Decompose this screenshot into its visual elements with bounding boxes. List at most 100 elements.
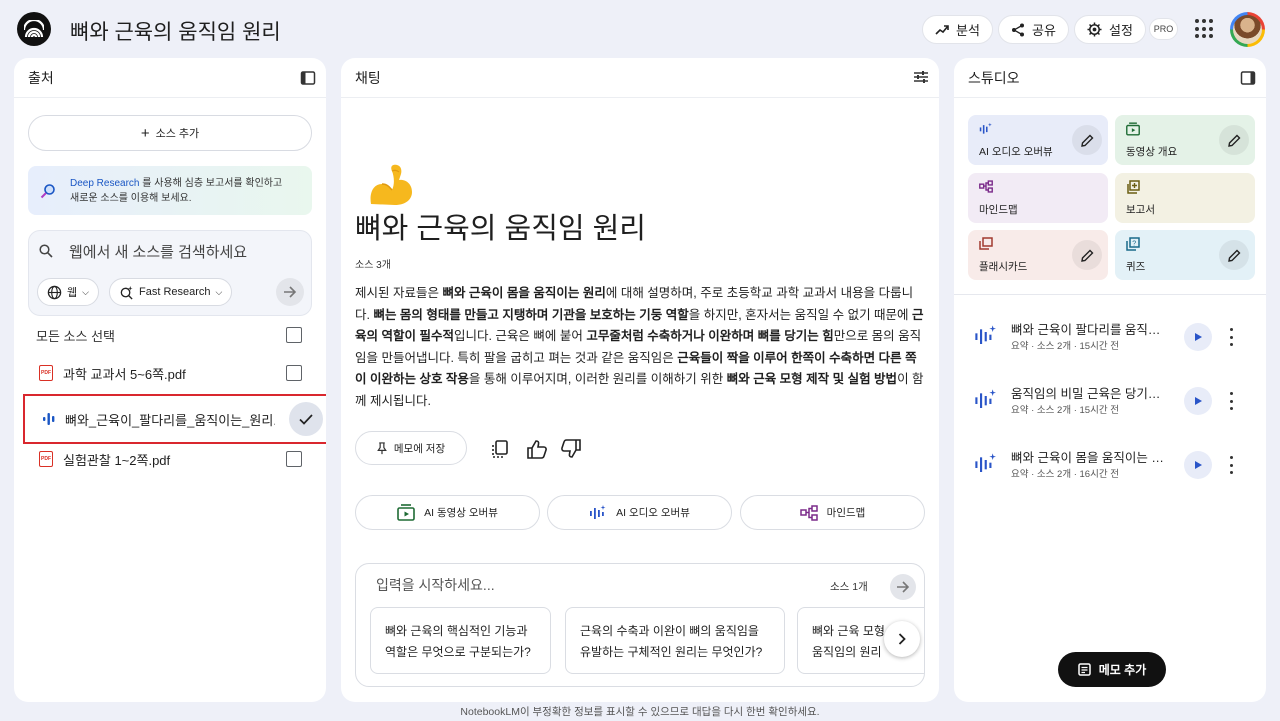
edit-button[interactable] — [1072, 240, 1102, 270]
ai-video-label: AI 동영상 오버뷰 — [424, 507, 498, 519]
settings-button[interactable]: 설정 — [1074, 15, 1146, 44]
thumbs-up-icon[interactable] — [526, 438, 548, 460]
share-label: 공유 — [1032, 23, 1056, 38]
ai-audio-overview-button[interactable]: AI 오디오 오버뷰 — [547, 495, 732, 530]
avatar[interactable] — [1230, 12, 1265, 47]
more-options-icon[interactable] — [1224, 328, 1238, 346]
play-button[interactable] — [1184, 323, 1212, 351]
video-icon — [397, 504, 415, 521]
suggestion-line: 뼈와 근육의 핵심적인 기능과 — [385, 624, 528, 638]
chat-panel-title: 채팅 — [355, 69, 381, 86]
chat-summary: 제시된 자료들은 뼈와 근육이 몸을 움직이는 원리에 대해 설명하며, 주로 … — [355, 286, 924, 408]
studio-note-item[interactable]: 뼈와 근육이 몸을 움직이는 원리 요약 · 소스 2개 · 16시간 전 — [972, 442, 1252, 492]
deep-research-text2: 새로운 소스를 이용해 보세요. — [70, 193, 192, 204]
source-name: 뼈와_근육이_팔다리를_움직이는_원리.... — [65, 412, 275, 428]
plus-icon: + — [140, 124, 150, 142]
mind-map-label: 마인드맵 — [826, 507, 866, 519]
more-options-icon[interactable] — [1224, 456, 1238, 474]
add-memo-button[interactable]: 메모 추가 — [1058, 652, 1166, 687]
deep-research-link[interactable]: Deep Research — [70, 178, 139, 189]
pdf-icon: PDF — [39, 365, 53, 381]
chat-input-card: 소스 1개 뼈와 근육의 핵심적인 기능과 역할은 무엇으로 구분되는가? 근육… — [355, 563, 925, 687]
flexed-bicep-icon — [370, 164, 412, 205]
studio-tile-mind-map[interactable]: 마인드맵 — [968, 173, 1108, 223]
share-button[interactable]: 공유 — [998, 15, 1069, 44]
svg-text:?: ? — [1132, 241, 1136, 248]
add-source-button[interactable]: + 소스 추가 — [28, 115, 312, 151]
edit-button[interactable] — [1072, 125, 1102, 155]
studio-tile-report[interactable]: 보고서 — [1115, 173, 1255, 223]
note-subtitle: 요약 · 소스 2개 · 15시간 전 — [1011, 341, 1119, 352]
studio-note-item[interactable]: 움직임의 비밀 근육은 당기기만 한다 요약 · 소스 2개 · 15시간 전 — [972, 378, 1252, 428]
suggestion-line: 근육의 수축과 이완이 뼈의 움직임을 — [580, 624, 759, 638]
globe-icon — [47, 285, 62, 299]
studio-tile-flashcards[interactable]: 플래시카드 — [968, 230, 1108, 280]
thumbs-down-icon[interactable] — [560, 438, 582, 460]
note-subtitle: 요약 · 소스 2개 · 15시간 전 — [1011, 405, 1119, 416]
disclaimer-footer: NotebookLM이 부정확한 정보를 표시할 수 있으므로 대답을 다시 한… — [460, 706, 820, 718]
play-icon — [1194, 461, 1202, 469]
more-options-icon[interactable] — [1224, 392, 1238, 410]
note-add-icon — [1078, 663, 1091, 676]
note-title: 뼈와 근육이 몸을 움직이는 원리 — [1011, 451, 1171, 465]
next-suggestions-button[interactable] — [884, 621, 920, 657]
edit-button[interactable] — [1219, 240, 1249, 270]
play-button[interactable] — [1184, 451, 1212, 479]
top-bar: 뼈와 근육의 움직임 원리 분석 공유 설정 PRO — [0, 0, 1280, 58]
source-item-selected[interactable]: 뼈와_근육이_팔다리를_움직이는_원리.... — [23, 394, 326, 444]
apps-grid-icon[interactable] — [1195, 19, 1215, 39]
ai-video-overview-button[interactable]: AI 동영상 오버뷰 — [355, 495, 540, 530]
edit-button[interactable] — [1219, 125, 1249, 155]
deep-research-banner[interactable]: Deep Research 를 사용해 심층 보고서를 확인하고 새로운 소스를… — [28, 166, 312, 215]
input-source-count: 소스 1개 — [830, 581, 868, 593]
chat-source-count: 소스 3개 — [355, 260, 391, 271]
pin-icon — [377, 441, 387, 454]
arrow-right-icon — [897, 581, 910, 593]
mind-map-icon — [799, 504, 818, 521]
audio-wave-icon — [43, 413, 55, 425]
tile-label: 동영상 개요 — [1126, 146, 1178, 158]
source-item[interactable]: PDF 실험관찰 1~2쪽.pdf — [28, 439, 326, 479]
share-icon — [1012, 23, 1024, 36]
report-icon — [1127, 180, 1140, 194]
research-mode-chip[interactable]: Fast Research ⌵ — [109, 278, 233, 306]
copy-icon[interactable] — [490, 438, 512, 460]
source-item[interactable]: PDF 과학 교과서 5~6쪽.pdf — [28, 353, 326, 393]
chevron-down-icon: ⌵ — [82, 286, 89, 297]
arrow-right-icon — [284, 286, 297, 298]
collapse-panel-icon[interactable] — [1240, 70, 1256, 86]
tile-label: 플래시카드 — [979, 261, 1028, 273]
send-button[interactable] — [890, 574, 916, 600]
suggested-question[interactable]: 뼈와 근육의 핵심적인 기능과 역할은 무엇으로 구분되는가? — [370, 607, 551, 674]
save-to-memo-button[interactable]: 메모에 저장 — [355, 431, 467, 465]
research-chip-label: Fast Research — [139, 286, 211, 298]
analysis-label: 분석 — [956, 23, 980, 38]
mind-map-icon — [979, 180, 993, 193]
studio-note-item[interactable]: 뼈와 근육이 팔다리를 움직이는 원리 요약 · 소스 2개 · 15시간 전 — [972, 314, 1252, 364]
audio-sparkle-icon — [975, 453, 996, 472]
web-filter-chip[interactable]: 웹 ⌵ — [37, 278, 99, 306]
chat-input[interactable] — [376, 576, 776, 594]
audio-sparkle-icon — [975, 389, 996, 408]
studio-tile-audio-overview[interactable]: AI 오디오 오버뷰 — [968, 115, 1108, 165]
suggested-question[interactable]: 근육의 수축과 이완이 뼈의 움직임을 유발하는 구체적인 원리는 무엇인가? — [565, 607, 785, 674]
notebook-title[interactable]: 뼈와 근육의 움직임 원리 — [70, 16, 281, 46]
notebooklm-logo[interactable] — [17, 12, 51, 46]
select-all-checkbox[interactable] — [286, 327, 302, 343]
source-checkbox[interactable] — [286, 451, 302, 467]
pro-badge: PRO — [1149, 18, 1178, 40]
web-search-input[interactable] — [69, 241, 299, 263]
mind-map-button[interactable]: 마인드맵 — [740, 495, 925, 530]
search-submit-button[interactable] — [276, 278, 304, 306]
studio-tile-quiz[interactable]: ? 퀴즈 — [1115, 230, 1255, 280]
studio-tile-video-overview[interactable]: 동영상 개요 — [1115, 115, 1255, 165]
source-checkbox[interactable] — [286, 365, 302, 381]
play-button[interactable] — [1184, 387, 1212, 415]
check-icon — [299, 413, 313, 425]
tune-icon[interactable] — [913, 70, 929, 84]
analysis-button[interactable]: 분석 — [922, 15, 993, 44]
audio-sparkle-icon — [590, 504, 606, 519]
collapse-panel-icon[interactable] — [300, 70, 316, 86]
chat-header: 채팅 — [341, 58, 939, 98]
source-check-toggle[interactable] — [289, 402, 323, 436]
